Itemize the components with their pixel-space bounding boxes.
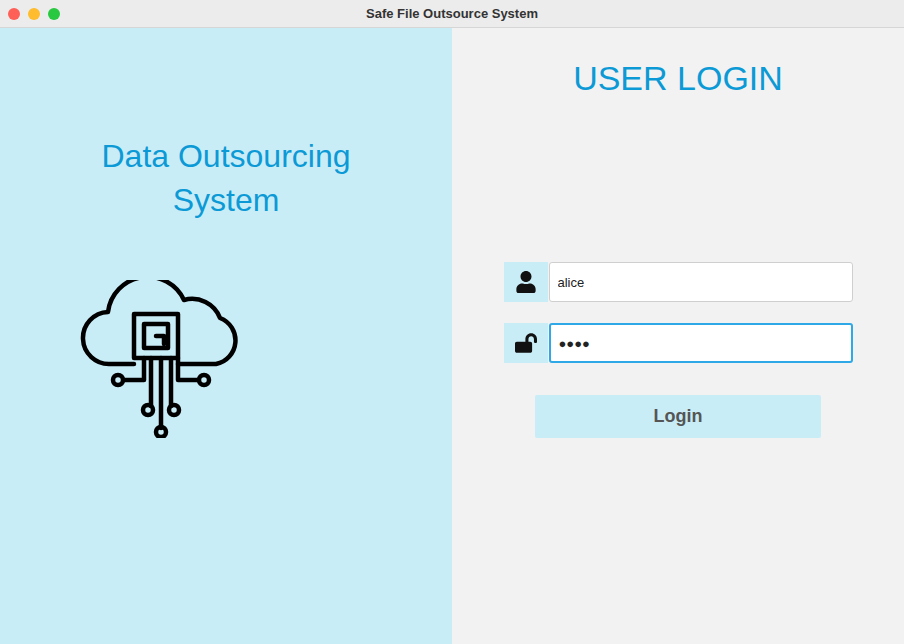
brand-panel: Data Outsourcing System: [0, 28, 452, 644]
main: Data Outsourcing System USER LOGIN Login: [0, 28, 904, 644]
login-form: Login: [504, 262, 853, 438]
username-row: [504, 262, 853, 302]
zoom-button[interactable]: [48, 8, 60, 20]
minimize-button[interactable]: [28, 8, 40, 20]
cloud-chip-icon: [76, 280, 250, 438]
user-icon: [515, 271, 537, 293]
password-row: [504, 323, 853, 363]
lock-icon-box: [504, 323, 548, 363]
username-field[interactable]: [549, 262, 853, 302]
login-heading: USER LOGIN: [573, 57, 783, 99]
user-icon-box: [504, 262, 548, 302]
login-panel: USER LOGIN Login: [452, 28, 904, 644]
app-window: Safe File Outsource System Data Outsourci…: [0, 0, 904, 644]
title-bar: Safe File Outsource System: [0, 0, 904, 28]
password-field[interactable]: [549, 323, 853, 363]
window-title: Safe File Outsource System: [90, 6, 814, 21]
window-controls: [0, 8, 90, 20]
close-button[interactable]: [8, 8, 20, 20]
unlocked-lock-icon: [515, 332, 537, 354]
brand-title: Data Outsourcing System: [66, 134, 386, 222]
login-button[interactable]: Login: [535, 395, 821, 438]
